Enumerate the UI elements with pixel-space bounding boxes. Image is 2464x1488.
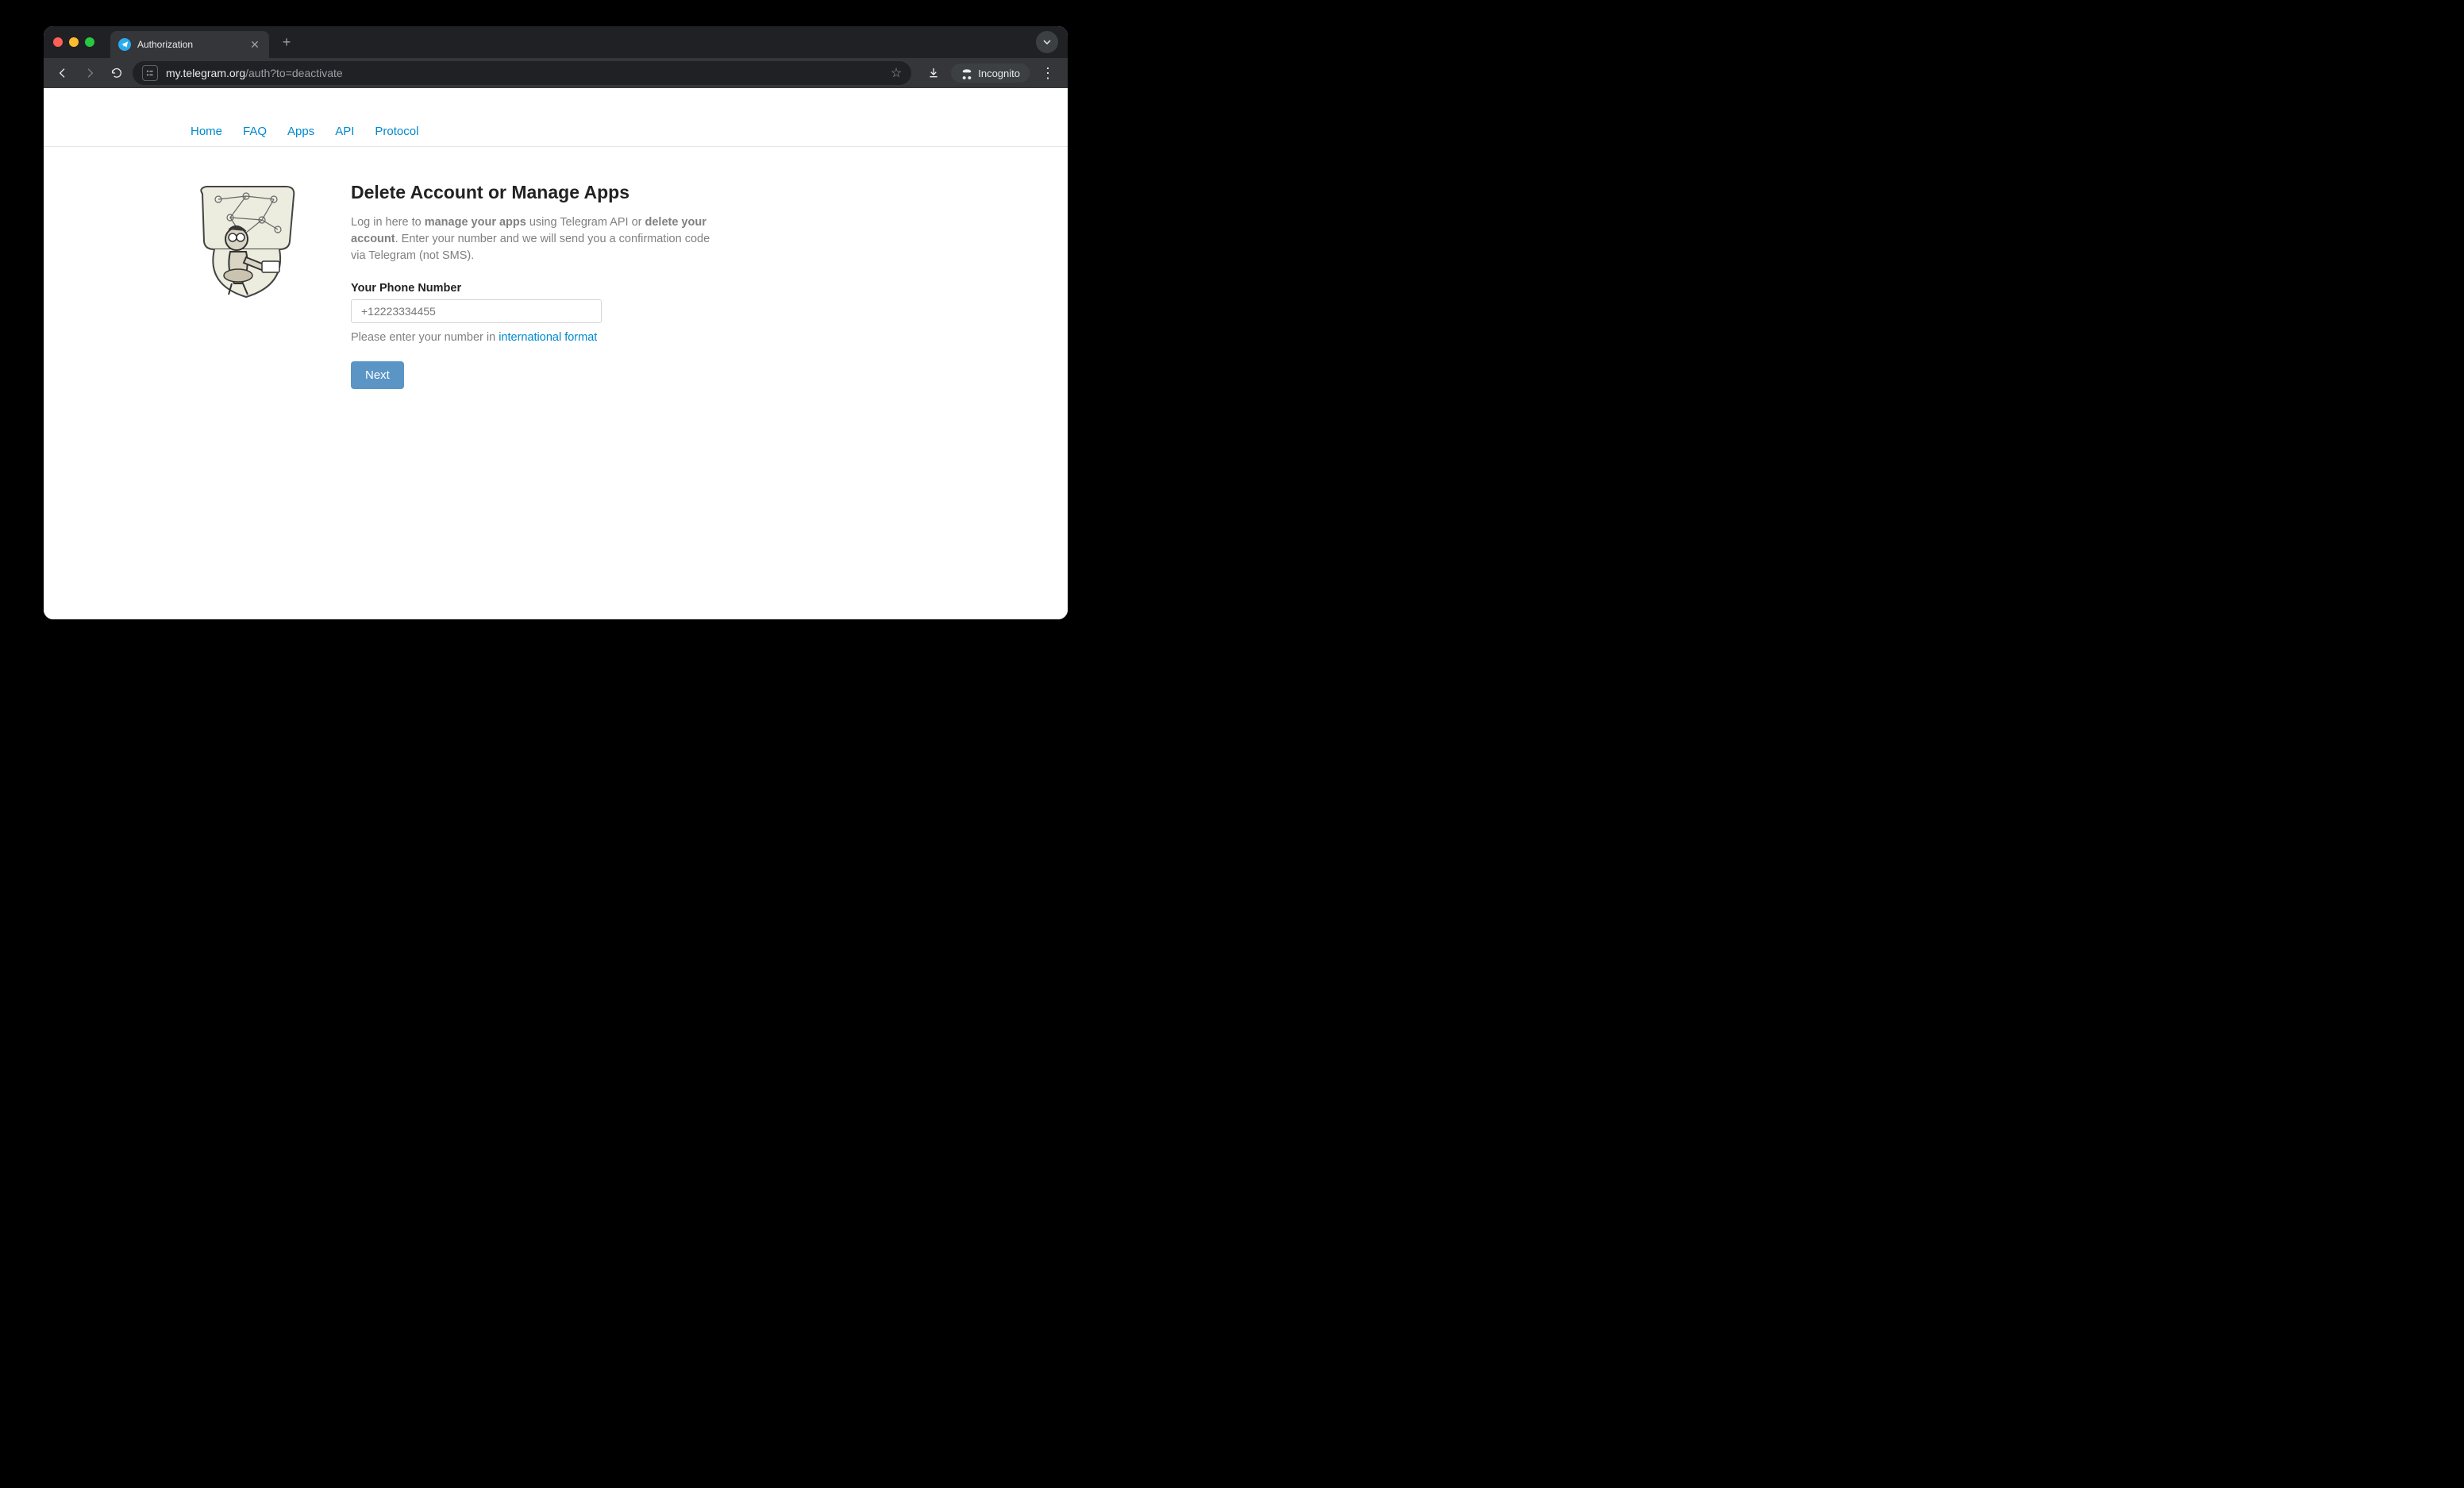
browser-window: Authorization ✕ + my.telegram.org/auth?t…	[44, 26, 1068, 619]
phone-help-text: Please enter your number in internationa…	[351, 331, 716, 344]
nav-link-home[interactable]: Home	[191, 125, 222, 138]
downloads-icon[interactable]	[922, 62, 945, 84]
tab-search-button[interactable]	[1036, 31, 1058, 53]
phone-input[interactable]	[351, 299, 602, 323]
incognito-label: Incognito	[978, 67, 1020, 79]
browser-tab[interactable]: Authorization ✕	[110, 31, 269, 58]
minimize-window-button[interactable]	[69, 37, 79, 47]
bookmark-star-icon[interactable]: ☆	[891, 65, 902, 81]
description-text: Log in here to manage your apps using Te…	[351, 214, 716, 264]
main-content: Delete Account or Manage Apps Log in her…	[175, 147, 937, 424]
omnibox[interactable]	[47, 90, 1065, 112]
nav-link-faq[interactable]: FAQ	[243, 125, 267, 138]
incognito-indicator[interactable]: Incognito	[951, 64, 1030, 83]
forward-button[interactable]	[79, 62, 101, 84]
window-controls	[53, 37, 94, 47]
next-button[interactable]: Next	[351, 361, 404, 389]
url-domain: my.telegram.org	[166, 67, 245, 79]
site-info-icon[interactable]	[142, 65, 158, 81]
telegram-favicon-icon	[118, 38, 131, 51]
reload-button[interactable]	[106, 62, 128, 84]
back-button[interactable]	[52, 62, 74, 84]
url-text: my.telegram.org/auth?to=deactivate	[166, 67, 883, 79]
new-tab-button[interactable]: +	[275, 31, 298, 53]
page-title: Delete Account or Manage Apps	[351, 182, 716, 203]
url-path: /auth?to=deactivate	[245, 67, 343, 79]
international-format-link[interactable]: international format	[499, 331, 597, 344]
nav-link-api[interactable]: API	[335, 125, 354, 138]
form-area: Delete Account or Manage Apps Log in her…	[351, 182, 716, 389]
auth-illustration-icon	[191, 182, 302, 301]
nav-link-apps[interactable]: Apps	[287, 125, 314, 138]
site-nav: Home FAQ Apps API Protocol	[44, 115, 1068, 147]
url-field[interactable]: my.telegram.org/auth?to=deactivate ☆	[133, 61, 911, 85]
nav-link-protocol[interactable]: Protocol	[375, 125, 418, 138]
page-content: Home FAQ Apps API Protocol	[44, 115, 1068, 619]
toolbar-right: Incognito ⋮	[922, 62, 1060, 84]
omnibox-row	[44, 88, 1068, 115]
tab-title: Authorization	[137, 39, 242, 50]
close-window-button[interactable]	[53, 37, 63, 47]
tab-bar: Authorization ✕ +	[44, 26, 1068, 58]
address-bar: my.telegram.org/auth?to=deactivate ☆ Inc…	[44, 58, 1068, 88]
phone-label: Your Phone Number	[351, 282, 716, 295]
illustration	[191, 182, 318, 389]
close-tab-icon[interactable]: ✕	[248, 38, 261, 51]
browser-menu-icon[interactable]: ⋮	[1036, 65, 1060, 82]
maximize-window-button[interactable]	[85, 37, 94, 47]
